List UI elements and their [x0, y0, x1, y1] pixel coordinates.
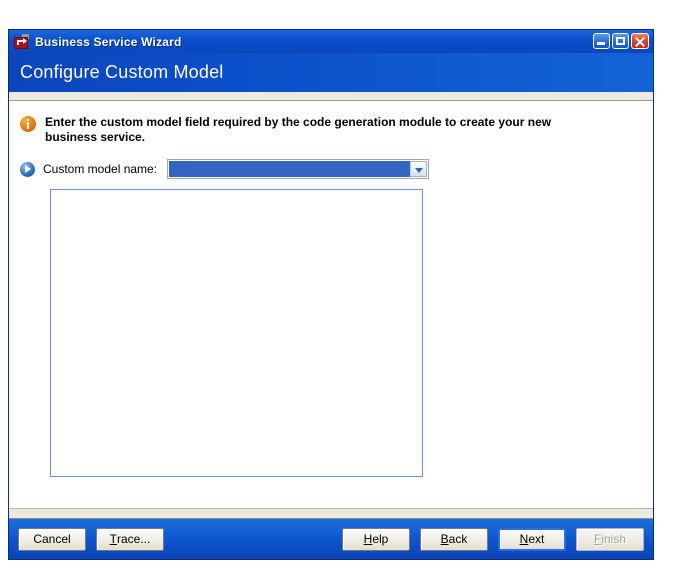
- trace-button-mnemonic: T: [109, 532, 117, 546]
- help-button[interactable]: Help: [342, 527, 410, 551]
- finish-button: Finish: [576, 527, 644, 551]
- button-bar: Cancel Trace... Help Back Next Finish: [9, 519, 653, 559]
- help-button-label: elp: [372, 532, 389, 546]
- close-icon[interactable]: [631, 33, 649, 49]
- button-bar-separator: [9, 508, 653, 519]
- trace-button-label: race...: [116, 532, 151, 546]
- window-title: Business Service Wizard: [35, 34, 182, 49]
- blue-arrow-bullet-icon: [20, 161, 35, 177]
- wizard-header-band: Configure Custom Model: [9, 53, 653, 92]
- cancel-button-label: Cancel: [33, 532, 71, 546]
- header-separator: [9, 92, 653, 101]
- info-message-line1: Enter the custom model field required by…: [45, 115, 552, 129]
- page-title: Configure Custom Model: [20, 62, 224, 82]
- custom-model-list-panel[interactable]: [50, 189, 423, 477]
- title-bar[interactable]: Business Service Wizard: [9, 30, 653, 53]
- next-button-mnemonic: N: [519, 532, 529, 546]
- minimize-icon[interactable]: [593, 33, 610, 49]
- wizard-app-icon: [14, 34, 30, 49]
- trace-button[interactable]: Trace...: [96, 527, 164, 551]
- back-button[interactable]: Back: [420, 527, 488, 551]
- info-message-text: Enter the custom model field required by…: [45, 115, 605, 145]
- back-button-mnemonic: B: [440, 532, 449, 546]
- finish-button-mnemonic: F: [593, 532, 602, 546]
- next-button-label: ext: [528, 532, 545, 546]
- window-controls: [593, 33, 649, 49]
- custom-model-name-label: Custom model name:: [43, 162, 158, 176]
- finish-button-label: inish: [601, 532, 627, 546]
- next-button[interactable]: Next: [498, 527, 566, 551]
- info-message-line2: business service.: [45, 130, 146, 144]
- cancel-button[interactable]: Cancel: [18, 527, 86, 551]
- custom-model-name-input[interactable]: [169, 161, 411, 177]
- content-area: Enter the custom model field required by…: [9, 101, 653, 508]
- maximize-icon[interactable]: [612, 33, 629, 49]
- info-icon: [20, 116, 36, 132]
- chevron-down-icon[interactable]: [410, 161, 428, 177]
- back-button-label: ack: [448, 532, 468, 546]
- custom-model-name-combobox[interactable]: [167, 159, 430, 179]
- custom-model-name-row: Custom model name:: [9, 145, 653, 179]
- info-message: Enter the custom model field required by…: [9, 101, 653, 145]
- wizard-window: Business Service Wizard Configure Custom…: [8, 29, 654, 560]
- help-button-mnemonic: H: [363, 532, 373, 546]
